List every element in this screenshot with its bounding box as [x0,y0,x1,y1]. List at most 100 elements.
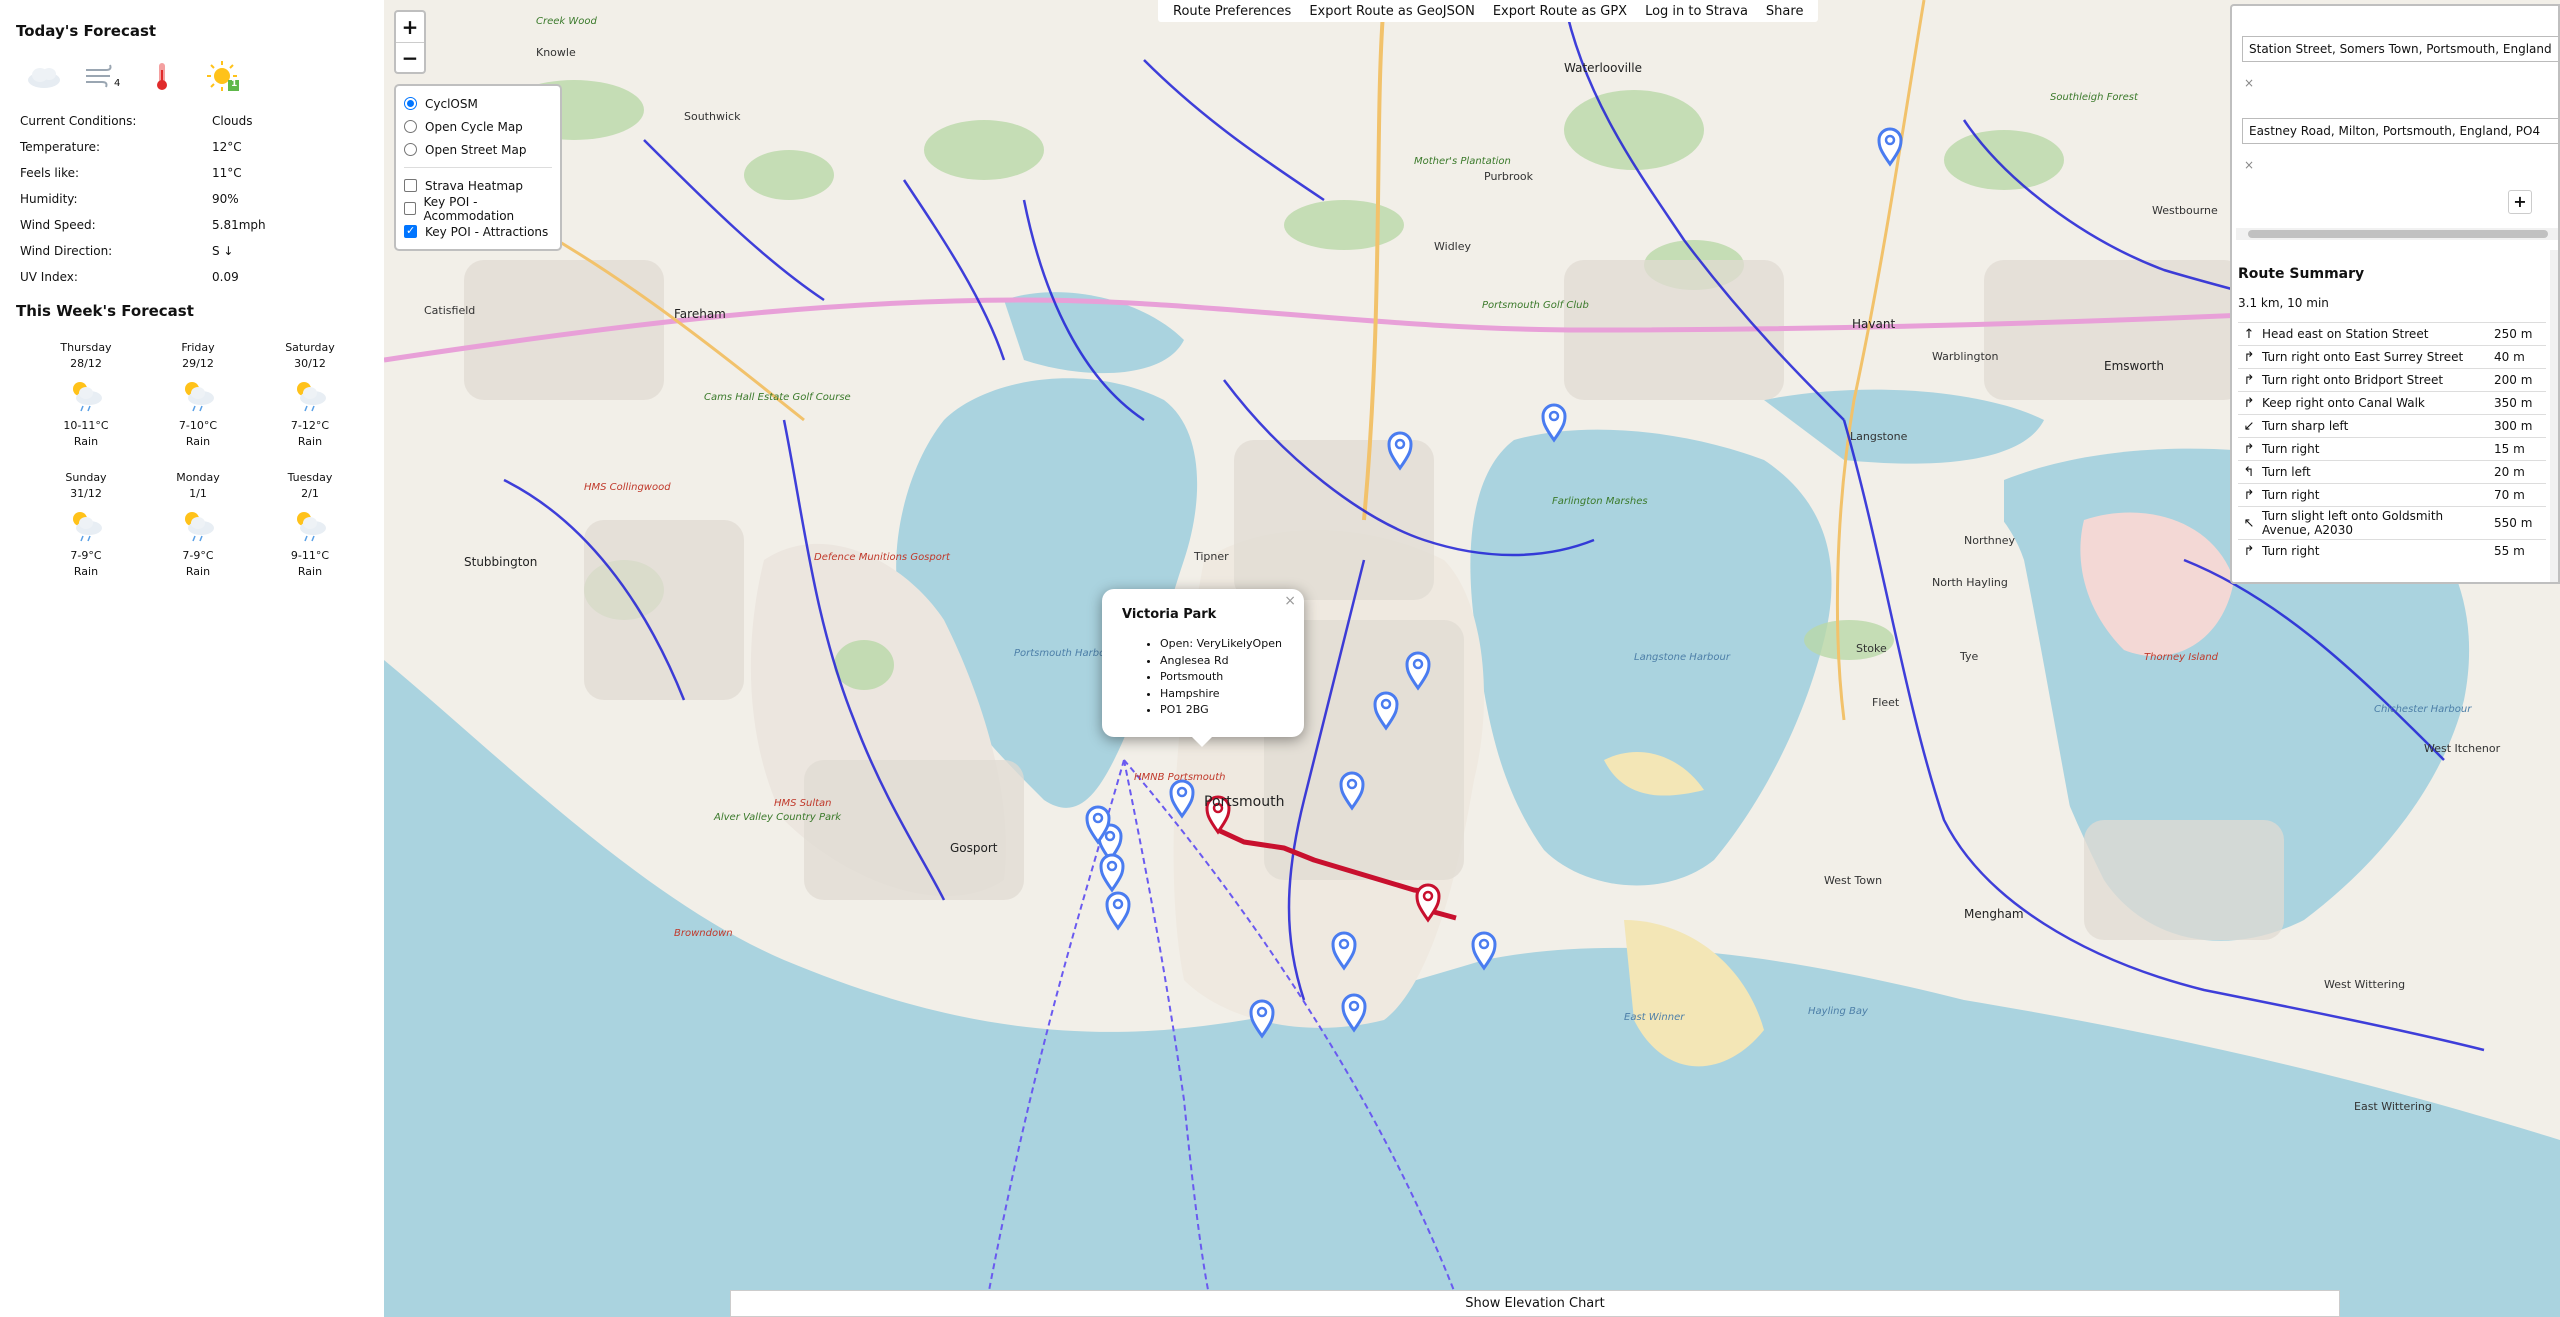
export-gpx-button[interactable]: Export Route as GPX [1484,4,1636,19]
condition-value: 12°C [212,140,242,154]
instruction-text: Head east on Station Street [2260,322,2486,346]
instruction-distance: 20 m [2486,460,2546,484]
forecast-condition: Rain [297,435,323,448]
instruction-row[interactable]: ↱ Keep right onto Canal Walk 350 m [2238,391,2546,415]
instruction-distance: 250 m [2486,322,2546,346]
instruction-distance: 70 m [2486,483,2546,507]
week-forecast-title: This Week's Forecast [16,302,194,320]
remove-start-waypoint-button[interactable]: × [2244,76,2254,90]
map-label: Catisfield [424,304,475,317]
forecast-day: Saturday 30/12 7-12°C Rain [254,340,366,450]
map-label: Hayling Bay [1808,1006,1869,1017]
poi-popup: × Victoria Park Open: VeryLikelyOpen Ang… [1102,589,1304,747]
instruction-row[interactable]: ↱ Turn right onto Bridport Street 200 m [2238,368,2546,392]
map[interactable]: Waterlooville Havant Emsworth Fareham Stubbi… [384,0,2560,1317]
condition-label: Feels like: [20,166,80,180]
base-layer-cyclosm[interactable]: CyclOSM [404,92,552,115]
instruction-distance: 40 m [2486,345,2546,369]
today-icons: 4 1 [24,58,368,94]
routing-panel: Station Street, Somers Town, Portsmouth,… [2230,4,2560,584]
map-label: Mother's Plantation [1414,156,1511,167]
start-waypoint-input[interactable]: Station Street, Somers Town, Portsmouth,… [2242,36,2558,62]
base-layer-open-cycle-map[interactable]: Open Cycle Map [404,115,552,138]
forecast-date: 30/12 [294,357,326,370]
checkbox[interactable] [404,179,417,192]
forecast-condition: Rain [73,565,99,578]
condition-label: Current Conditions: [20,114,137,128]
uv-icon-value: 1 [231,79,238,89]
map-label: West Town [1824,874,1882,887]
instruction-row[interactable]: ↑ Head east on Station Street 250 m [2238,322,2546,346]
forecast-day: Monday 1/1 7-9°C Rain [142,470,254,580]
turn-right-icon: ↱ [2238,345,2260,369]
checkbox[interactable] [404,202,416,215]
map-label: Gosport [950,841,998,855]
condition-row: Feels like: 11°C [16,160,368,186]
instruction-row[interactable]: ↙ Turn sharp left 300 m [2238,414,2546,438]
end-waypoint-input[interactable]: Eastney Road, Milton, Portsmouth, Englan… [2242,118,2558,144]
export-geojson-button[interactable]: Export Route as GeoJSON [1300,4,1484,19]
route-instructions: ↑ Head east on Station Street 250 m ↱ Turn r… [2238,322,2546,563]
layer-label: Open Cycle Map [425,119,523,134]
map-label: Chichester Harbour [2374,704,2472,715]
instruction-row[interactable]: ↱ Turn right 55 m [2238,539,2546,563]
zoom-in-button[interactable]: + [396,12,424,42]
current-conditions: Current Conditions: Clouds Temperature: 12… [16,108,368,290]
rain-cloud-icon [66,378,106,414]
vertical-scrollbar[interactable] [2550,250,2558,582]
instruction-row[interactable]: ↱ Turn right 15 m [2238,437,2546,461]
instruction-row[interactable]: ↱ Turn right 70 m [2238,483,2546,507]
urban-area [2084,820,2284,940]
instruction-row[interactable]: ↰ Turn left 20 m [2238,460,2546,484]
map-label: East Wittering [2354,1100,2432,1113]
map-label: Waterlooville [1564,61,1642,75]
add-waypoint-button[interactable]: + [2508,190,2532,214]
radio-button[interactable] [404,120,417,133]
share-button[interactable]: Share [1757,4,1813,19]
condition-value: S ↓ [212,244,234,258]
zoom-out-button[interactable]: − [396,42,424,72]
map-label: Havant [1852,317,1895,331]
overlay-key-poi-attractions[interactable]: Key POI - Attractions [404,220,552,243]
layer-control: CyclOSM Open Cycle Map Open Street Map S… [394,84,562,251]
map-label: Westbourne [2152,204,2218,217]
forecast-day: Tuesday 2/1 9-11°C Rain [254,470,366,580]
forecast-condition: Rain [297,565,323,578]
condition-row: Humidity: 90% [16,186,368,212]
map-label: Farlington Marshes [1552,496,1648,507]
map-label: Defence Munitions Gosport [814,552,951,563]
radio-button[interactable] [404,143,417,156]
condition-value: 0.09 [212,270,239,284]
layer-label: CyclOSM [425,96,478,111]
map-label: Thorney Island [2144,652,2219,663]
overlay-key-poi-accommodation[interactable]: Key POI - Acommodation [404,195,552,223]
map-label: Creek Wood [536,16,597,27]
show-elevation-chart-button[interactable]: Show Elevation Chart [730,1290,2340,1317]
popup-title: Victoria Park [1122,607,1217,622]
map-label: Portsmouth [1204,794,1285,810]
scrollbar-thumb[interactable] [2248,230,2548,238]
forecast-date: 28/12 [70,357,102,370]
weather-panel: Today's Forecast 4 1 Current Conditions:… [0,0,384,1317]
horizontal-scrollbar[interactable] [2236,228,2558,240]
condition-value: 11°C [212,166,242,180]
layer-label: Open Street Map [425,142,527,157]
urban-area [464,260,664,400]
popup-close-button[interactable]: × [1284,593,1296,609]
instruction-row[interactable]: ↱ Turn right onto East Surrey Street 40 m [2238,345,2546,369]
route-preferences-button[interactable]: Route Preferences [1164,4,1300,19]
map-label: Northney [1964,534,2016,547]
strava-login-button[interactable]: Log in to Strava [1636,4,1757,19]
radio-button[interactable] [404,97,417,110]
map-label: Fleet [1872,696,1900,709]
forecast-condition: Rain [73,435,99,448]
urban-area [804,760,1024,900]
forecast-date: 29/12 [182,357,214,370]
remove-end-waypoint-button[interactable]: × [2244,158,2254,172]
instruction-text: Turn slight left onto Goldsmith Avenue, … [2260,506,2486,540]
checkbox[interactable] [404,224,417,238]
arrow-up-icon: ↑ [2238,322,2260,346]
instruction-row[interactable]: ↖ Turn slight left onto Goldsmith Avenue,… [2238,506,2546,540]
green-area [1284,200,1404,250]
base-layer-open-street-map[interactable]: Open Street Map [404,138,552,161]
